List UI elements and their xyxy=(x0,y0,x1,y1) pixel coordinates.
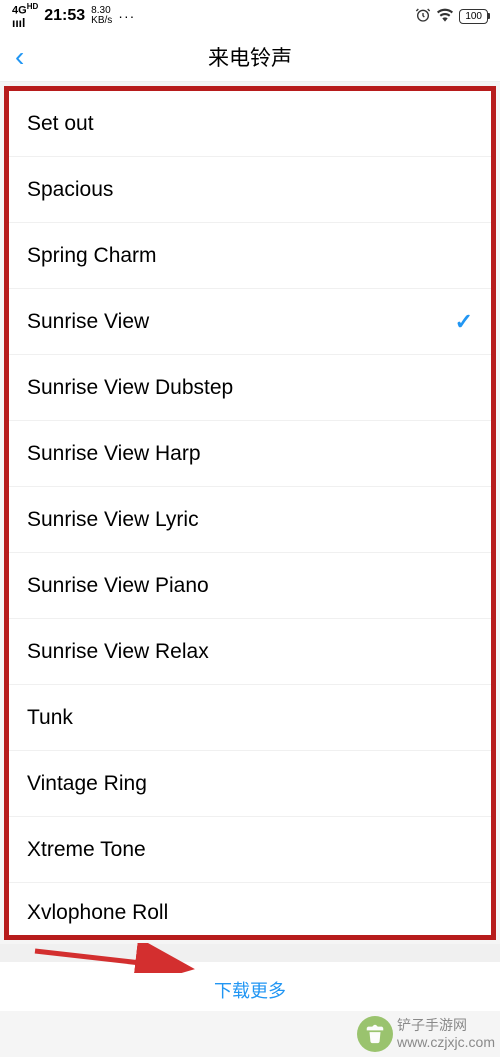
status-bar: 4GHD ıııl 21:53 8.30KB/s ··· 100 xyxy=(0,0,500,32)
ringtone-name: Spring Charm xyxy=(27,244,157,268)
ringtone-name: Xvlophone Roll xyxy=(27,901,168,925)
page-header: ‹ 来电铃声 xyxy=(0,32,500,82)
ringtone-list: Set out Spacious Spring Charm Sunrise View ✓… xyxy=(9,91,491,935)
ringtone-name: Spacious xyxy=(27,178,113,202)
watermark-text: 铲子手游网 www.czjxjc.com xyxy=(397,1017,495,1051)
highlight-annotation: Set out Spacious Spring Charm Sunrise View ✓… xyxy=(4,86,496,940)
status-left: 4GHD ıııl 21:53 8.30KB/s ··· xyxy=(12,2,135,31)
page-title: 来电铃声 xyxy=(0,42,500,72)
ringtone-name: Sunrise View Relax xyxy=(27,640,209,664)
ringtone-item[interactable]: Sunrise View Relax xyxy=(9,619,491,685)
wifi-icon xyxy=(437,8,453,25)
download-more-link[interactable]: 下载更多 xyxy=(214,981,286,1001)
more-icon: ··· xyxy=(118,8,135,24)
ringtone-item[interactable]: Sunrise View Piano xyxy=(9,553,491,619)
ringtone-name: Vintage Ring xyxy=(27,772,147,796)
signal-icon: 4GHD ıııl xyxy=(12,2,38,31)
ringtone-name: Sunrise View Harp xyxy=(27,442,201,466)
ringtone-item[interactable]: Sunrise View Lyric xyxy=(9,487,491,553)
watermark: 铲子手游网 www.czjxjc.com xyxy=(357,1016,495,1052)
ringtone-item[interactable]: Set out xyxy=(9,91,491,157)
ringtone-name: Tunk xyxy=(27,706,73,730)
ringtone-name: Sunrise View Lyric xyxy=(27,508,199,532)
ringtone-name: Set out xyxy=(27,112,94,136)
back-button[interactable]: ‹ xyxy=(15,41,24,73)
ringtone-item[interactable]: Sunrise View Harp xyxy=(9,421,491,487)
ringtone-item[interactable]: Xtreme Tone xyxy=(9,817,491,883)
ringtone-item[interactable]: Spring Charm xyxy=(9,223,491,289)
footer-gap xyxy=(0,944,500,962)
ringtone-item[interactable]: Vintage Ring xyxy=(9,751,491,817)
ringtone-name: Sunrise View Dubstep xyxy=(27,376,233,400)
ringtone-item[interactable]: Sunrise View ✓ xyxy=(9,289,491,355)
ringtone-item[interactable]: Spacious xyxy=(9,157,491,223)
battery-icon: 100 xyxy=(459,9,488,24)
watermark-icon xyxy=(357,1016,393,1052)
ringtone-item[interactable]: Sunrise View Dubstep xyxy=(9,355,491,421)
alarm-icon xyxy=(415,7,431,26)
status-right: 100 xyxy=(415,7,488,26)
footer: 下载更多 xyxy=(0,962,500,1011)
content-area: Set out Spacious Spring Charm Sunrise View ✓… xyxy=(0,82,500,944)
ringtone-name: Sunrise View Piano xyxy=(27,574,209,598)
check-icon: ✓ xyxy=(455,309,473,335)
ringtone-name: Xtreme Tone xyxy=(27,838,146,862)
ringtone-item[interactable]: Xvlophone Roll xyxy=(9,883,491,935)
network-speed: 8.30KB/s xyxy=(91,6,112,26)
ringtone-item[interactable]: Tunk xyxy=(9,685,491,751)
clock-time: 21:53 xyxy=(44,7,85,25)
ringtone-name: Sunrise View xyxy=(27,310,149,334)
